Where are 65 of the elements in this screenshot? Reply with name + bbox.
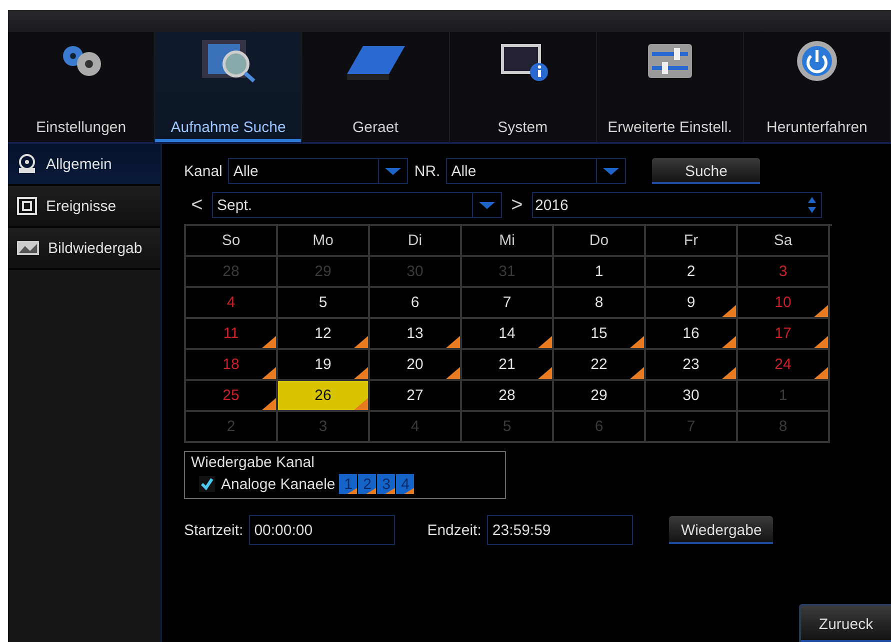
search-button[interactable]: Suche xyxy=(652,158,760,184)
nr-label: NR. xyxy=(414,162,440,180)
calendar-day[interactable]: 7 xyxy=(462,288,554,319)
channel-dropdown[interactable]: Alle xyxy=(228,158,408,184)
calendar-day[interactable]: 1 xyxy=(554,257,646,288)
calendar-day[interactable]: 10 xyxy=(738,288,830,319)
calendar-day[interactable]: 20 xyxy=(370,350,462,381)
calendar-day[interactable]: 23 xyxy=(646,350,738,381)
previous-month-button[interactable]: < xyxy=(184,194,210,216)
weekday-header: Do xyxy=(554,226,646,257)
calendar-day[interactable]: 8 xyxy=(554,288,646,319)
calendar-day[interactable]: 26 xyxy=(278,381,370,412)
weekday-header: Mo xyxy=(278,226,370,257)
calendar-day[interactable]: 11 xyxy=(186,319,278,350)
film-frame-icon xyxy=(16,196,38,216)
weekday-header: Di xyxy=(370,226,462,257)
calendar-day[interactable]: 14 xyxy=(462,319,554,350)
calendar-day[interactable]: 4 xyxy=(186,288,278,319)
group-title: Wiedergabe Kanal xyxy=(191,454,314,471)
calendar-day[interactable]: 6 xyxy=(370,288,462,319)
picture-icon xyxy=(16,239,40,257)
month-dropdown[interactable]: Sept. xyxy=(212,192,502,218)
calendar-day[interactable]: 27 xyxy=(370,381,462,412)
analog-channels-label: Analoge Kanaele xyxy=(221,476,336,492)
weekday-header: Fr xyxy=(646,226,738,257)
calendar-day[interactable]: 28 xyxy=(462,381,554,412)
nav-tab[interactable]: Herunterfahren xyxy=(744,32,891,142)
sidebar-item[interactable]: Ereignisse xyxy=(8,186,160,228)
calendar-day[interactable]: 29 xyxy=(554,381,646,412)
calendar-day[interactable]: 9 xyxy=(646,288,738,319)
next-month-button[interactable]: > xyxy=(504,194,530,216)
calendar-day[interactable]: 5 xyxy=(278,288,370,319)
start-time-field[interactable]: 00:00:00 xyxy=(249,515,396,545)
calendar-day[interactable]: 3 xyxy=(738,257,830,288)
calendar-day[interactable]: 17 xyxy=(738,319,830,350)
calendar-day[interactable]: 22 xyxy=(554,350,646,381)
spinner-arrows-icon xyxy=(807,196,817,214)
playback-button[interactable]: Wiedergabe xyxy=(669,516,774,544)
calendar-day[interactable]: 24 xyxy=(738,350,830,381)
calendar-day[interactable]: 15 xyxy=(554,319,646,350)
calendar-day[interactable]: 21 xyxy=(462,350,554,381)
year-spinner[interactable]: 2016 xyxy=(532,192,822,218)
calendar-day[interactable]: 30 xyxy=(646,381,738,412)
channel-label: Kanal xyxy=(184,162,222,180)
calendar-day[interactable]: 12 xyxy=(278,319,370,350)
back-button[interactable]: Zurueck xyxy=(799,604,891,642)
nav-tab[interactable]: Geraet xyxy=(302,32,450,142)
nav-tab[interactable]: Aufnahme Suche xyxy=(155,32,302,142)
sidebar-item[interactable]: Allgemein xyxy=(8,144,160,186)
film-reel-icon xyxy=(16,154,38,174)
calendar-day[interactable]: 18 xyxy=(186,350,278,381)
nav-tab[interactable]: Erweiterte Einstell. xyxy=(596,32,744,142)
weekday-header: So xyxy=(186,226,278,257)
weekday-header: Mi xyxy=(462,226,554,257)
end-time-field[interactable]: 23:59:59 xyxy=(487,515,634,545)
end-time-label: Endzeit: xyxy=(427,522,482,538)
weekday-header: Sa xyxy=(738,226,830,257)
sidebar-item[interactable]: Bildwiedergab xyxy=(8,228,160,270)
calendar-day[interactable]: 2 xyxy=(646,257,738,288)
nav-tab[interactable]: System xyxy=(450,32,597,142)
start-time-label: Startzeit: xyxy=(184,522,244,538)
calendar-day[interactable]: 13 xyxy=(370,319,462,350)
calendar-day[interactable]: 16 xyxy=(646,319,738,350)
checkbox[interactable] xyxy=(199,476,215,492)
nr-dropdown[interactable]: Alle xyxy=(446,158,626,184)
